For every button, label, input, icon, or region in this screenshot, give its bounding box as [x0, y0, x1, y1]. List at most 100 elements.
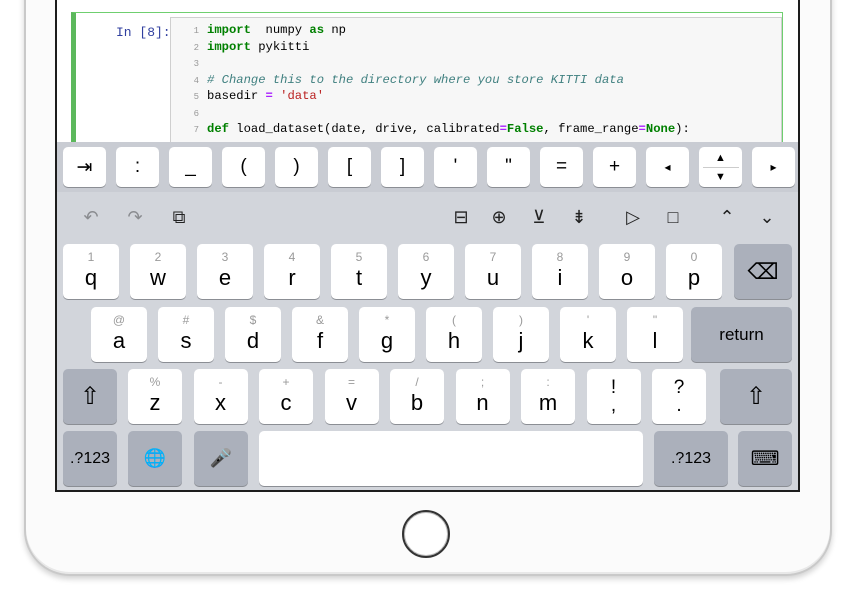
- space-key[interactable]: [259, 431, 643, 486]
- code-line[interactable]: 2 import pykitti: [171, 40, 310, 56]
- key-a[interactable]: @ a: [91, 307, 147, 362]
- key-u[interactable]: 7u: [465, 244, 521, 299]
- key-f[interactable]: & f: [292, 307, 348, 362]
- numbers-right-key[interactable]: .?123: [654, 431, 728, 486]
- key-hint: 3: [221, 250, 229, 264]
- home-button[interactable]: [402, 510, 450, 558]
- hide-keyboard-key[interactable]: ⌨: [738, 431, 792, 486]
- key-x[interactable]: -x: [193, 369, 248, 424]
- return-key[interactable]: return: [691, 307, 792, 362]
- equals-key[interactable]: =: [540, 147, 583, 187]
- key-hint: @: [112, 313, 126, 327]
- code-line[interactable]: 4 # Change this to the directory where yo…: [171, 73, 624, 89]
- code-line[interactable]: 3: [171, 56, 207, 72]
- code-line[interactable]: 1 import numpy as np: [171, 23, 346, 39]
- colon-key[interactable]: :: [116, 147, 159, 187]
- globe-key[interactable]: 🌐: [128, 431, 182, 486]
- insert-cell-below-icon[interactable]: ⊻: [527, 206, 551, 228]
- redo-icon[interactable]: ↷: [123, 206, 147, 228]
- key-hint: 9: [623, 250, 631, 264]
- key-v[interactable]: = v: [324, 369, 379, 424]
- key-label: w: [150, 265, 166, 290]
- key-y[interactable]: 6y: [398, 244, 454, 299]
- backspace-key[interactable]: ⌫: [734, 244, 792, 299]
- line-number: 1: [193, 26, 199, 36]
- key-hint: *: [384, 313, 390, 327]
- open-bracket-key[interactable]: [: [328, 147, 371, 187]
- underscore-key[interactable]: _: [169, 147, 212, 187]
- key-o[interactable]: 9o: [599, 244, 655, 299]
- open-paren-key[interactable]: (: [222, 147, 265, 187]
- key-t[interactable]: 5t: [331, 244, 387, 299]
- key-hint: -: [218, 375, 223, 389]
- key-label: q: [84, 265, 98, 290]
- move-cell-icon[interactable]: ⇟: [567, 206, 591, 228]
- microphone-key[interactable]: 🎤: [194, 431, 248, 486]
- key-label: v: [346, 390, 357, 415]
- cursor-left-key[interactable]: ◂: [646, 147, 689, 187]
- key-label: u: [486, 265, 500, 290]
- key-i[interactable]: 8i: [532, 244, 588, 299]
- key-j[interactable]: ) j: [493, 307, 549, 362]
- key-p[interactable]: 0p: [666, 244, 722, 299]
- key-label: .?123: [69, 449, 111, 467]
- key-label: ?.: [673, 376, 685, 416]
- key-z[interactable]: % z: [128, 369, 182, 424]
- key-label: b: [410, 390, 424, 415]
- code-line[interactable]: 7 def load_dataset(date, drive, calibrate…: [171, 122, 690, 138]
- line-number: 7: [193, 125, 199, 135]
- key-d[interactable]: $ d: [225, 307, 281, 362]
- key-label: h: [447, 328, 461, 353]
- key-r[interactable]: 4r: [264, 244, 320, 299]
- shift-right-key[interactable]: ⇧: [720, 369, 792, 424]
- key-h[interactable]: (h: [426, 307, 482, 362]
- key-label: n: [476, 390, 489, 415]
- key-comma[interactable]: !,: [586, 369, 641, 424]
- key-hint: 0: [690, 250, 698, 264]
- chevron-down-icon[interactable]: ⌄: [755, 206, 779, 228]
- shift-left-key[interactable]: ⇧: [63, 369, 117, 424]
- key-hint: ): [519, 313, 523, 327]
- close-bracket-key[interactable]: ]: [381, 147, 424, 187]
- code-cell[interactable]: In [8]: 1 import numpy as np 2 import pykit…: [71, 12, 783, 157]
- plus-key[interactable]: +: [593, 147, 636, 187]
- key-e[interactable]: 3e: [197, 244, 253, 299]
- key-b[interactable]: / b: [390, 369, 444, 424]
- chevron-up-icon[interactable]: ⌃: [715, 206, 739, 228]
- key-w[interactable]: 2w: [130, 244, 186, 299]
- insert-cell-above-icon[interactable]: ⊕: [487, 206, 511, 228]
- key-n[interactable]: ; n: [455, 369, 510, 424]
- cursor-right-key[interactable]: ▸: [752, 147, 795, 187]
- code-editor[interactable]: 1 import numpy as np 2 import pykitti 3 4 # Ch…: [170, 17, 782, 157]
- key-m[interactable]: :m: [521, 369, 575, 424]
- key-label: y: [420, 265, 432, 290]
- key-s[interactable]: # s: [158, 307, 214, 362]
- undo-icon[interactable]: ↶: [79, 206, 103, 228]
- key-label: k: [582, 328, 594, 353]
- stop-icon[interactable]: □: [661, 206, 685, 228]
- key-label: x: [215, 390, 226, 415]
- key-q[interactable]: 1q: [63, 244, 119, 299]
- key-label: 🎤: [209, 448, 233, 468]
- key-hint: /: [415, 375, 419, 389]
- key-l[interactable]: " l: [627, 307, 683, 362]
- run-icon[interactable]: ▷: [621, 206, 645, 228]
- close-paren-key[interactable]: ): [275, 147, 318, 187]
- double-quote-key[interactable]: ": [487, 147, 530, 187]
- key-label: ⌨: [750, 448, 780, 470]
- code-line[interactable]: 5 basedir = 'data': [171, 89, 324, 105]
- single-quote-key[interactable]: ': [434, 147, 477, 187]
- key-period[interactable]: ?.: [652, 369, 706, 424]
- key-g[interactable]: * g: [359, 307, 415, 362]
- key-c[interactable]: + c: [259, 369, 313, 424]
- key-label: l: [652, 328, 658, 353]
- code-line[interactable]: 6: [171, 106, 207, 122]
- split-cell-icon[interactable]: ⊟: [449, 206, 473, 228]
- cursor-up-down-key[interactable]: ▲ ▼: [699, 147, 742, 187]
- key-hint: 5: [355, 250, 363, 264]
- key-k[interactable]: ' k: [560, 307, 616, 362]
- key-label: j: [518, 328, 524, 353]
- paste-icon[interactable]: ⧉: [167, 206, 191, 228]
- tab-key[interactable]: ⇥: [63, 147, 106, 187]
- numbers-key[interactable]: .?123: [63, 431, 117, 486]
